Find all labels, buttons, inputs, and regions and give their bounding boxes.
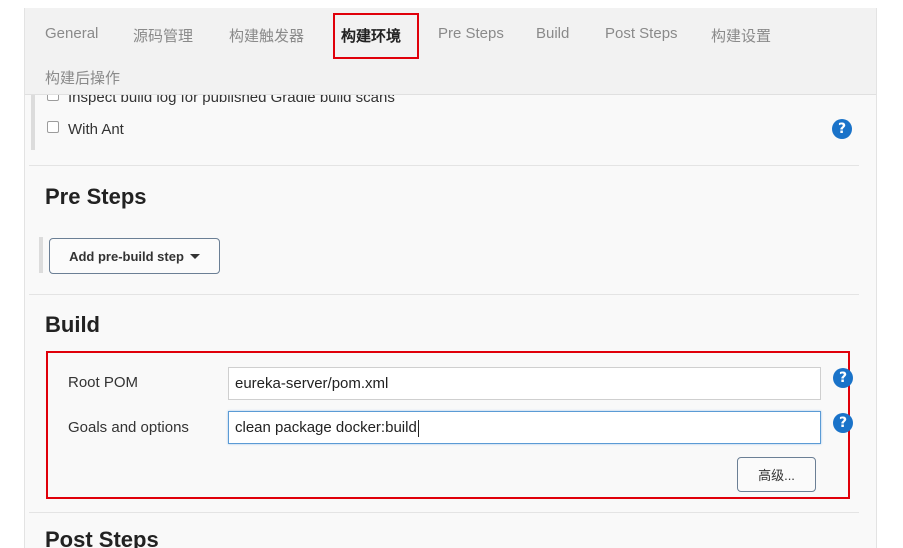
- tab-pre-steps[interactable]: Pre Steps: [438, 25, 504, 42]
- caret-down-icon: [189, 253, 200, 259]
- tab-post-build-actions[interactable]: 构建后操作: [45, 67, 120, 88]
- options-group-bar: [31, 88, 35, 150]
- add-pre-build-step-label: Add pre-build step: [69, 248, 184, 264]
- root-pom-input[interactable]: eureka-server/pom.xml: [228, 367, 821, 400]
- option-with-ant[interactable]: With Ant: [47, 120, 124, 138]
- advanced-button[interactable]: 高级...: [737, 457, 816, 492]
- option-label: With Ant: [68, 121, 124, 138]
- help-icon[interactable]: ?: [832, 119, 852, 139]
- goals-label: Goals and options: [68, 419, 189, 436]
- pre-steps-title: Pre Steps: [45, 184, 147, 209]
- root-pom-value: eureka-server/pom.xml: [235, 375, 389, 392]
- add-pre-build-step-button[interactable]: Add pre-build step: [49, 238, 220, 274]
- checkbox[interactable]: [47, 120, 59, 133]
- section-divider: [29, 165, 859, 166]
- active-tab-highlight: [333, 13, 419, 59]
- root-pom-label: Root POM: [68, 374, 139, 391]
- goals-value: clean package docker:build: [235, 419, 417, 436]
- build-title: Build: [45, 312, 100, 337]
- config-tabs: General 源码管理 构建触发器 构建环境 Pre Steps Build …: [25, 8, 876, 95]
- config-panel: General 源码管理 构建触发器 构建环境 Pre Steps Build …: [24, 8, 877, 548]
- tab-post-steps[interactable]: Post Steps: [605, 25, 678, 42]
- section-divider: [29, 294, 859, 295]
- tab-build[interactable]: Build: [536, 25, 569, 42]
- text-cursor: [417, 419, 419, 437]
- section-divider: [29, 512, 859, 513]
- tab-build-settings[interactable]: 构建设置: [711, 25, 771, 46]
- post-steps-title: Post Steps: [45, 527, 159, 548]
- help-icon[interactable]: ?: [833, 413, 853, 433]
- goals-input[interactable]: clean package docker:build: [228, 411, 821, 444]
- pre-steps-bar: [39, 237, 43, 273]
- tab-build-triggers[interactable]: 构建触发器: [229, 25, 304, 46]
- tab-general[interactable]: General: [45, 25, 98, 42]
- tab-source-control[interactable]: 源码管理: [133, 25, 193, 46]
- help-icon[interactable]: ?: [833, 368, 853, 388]
